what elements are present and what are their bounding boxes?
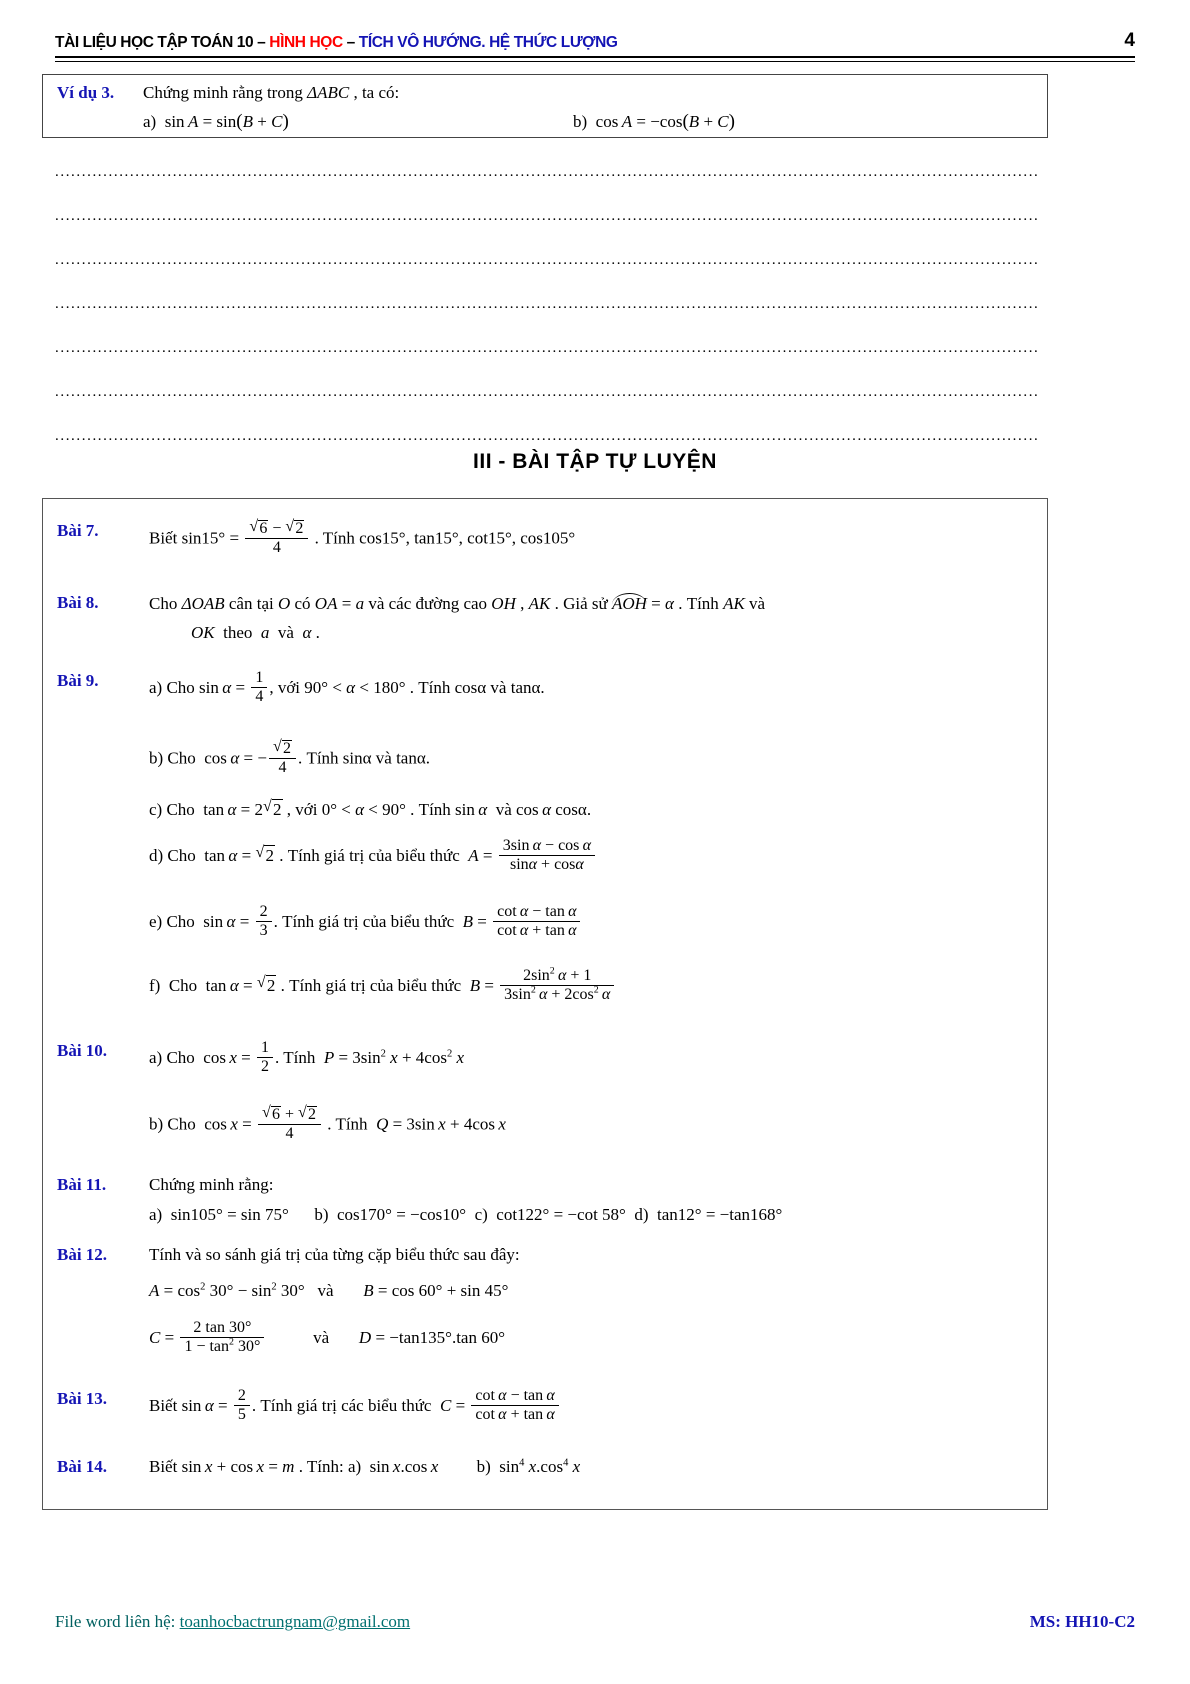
exercise-label-bai-7: Bài 7.: [57, 521, 99, 540]
exercise-body-bai-8-line2: OK theo a và α .: [191, 623, 320, 642]
exercise-body-bai-9-e: e) Cho sin α = 23. Tính giá trị của biểu…: [149, 903, 582, 941]
answer-line-6: ........................................…: [55, 384, 1040, 400]
example-statement: Chứng minh rằng trong ΔABC , ta có:: [143, 83, 400, 102]
exercise-body-bai-11-line1: Chứng minh rằng:: [149, 1175, 274, 1194]
exercise-body-bai-9-f: f) Cho tan α = 2 . Tính giá trị của biểu…: [149, 966, 616, 1005]
section-heading: III - BÀI TẬP TỰ LUYỆN: [473, 450, 717, 473]
header-title-part1: TÀI LIỆU HỌC TẬP TOÁN 10: [55, 34, 254, 51]
header-sep-1: –: [253, 34, 270, 51]
exercise-body-bai-9-b: b) Cho cos α = −24. Tính sinα và tanα.: [149, 739, 430, 778]
answer-line-4: ........................................…: [55, 296, 1040, 312]
header-title: TÀI LIỆU HỌC TẬP TOÁN 10 – HÌNH HỌC – TÍ…: [55, 34, 618, 52]
footer-contact-prefix: File word liên hệ:: [55, 1612, 180, 1631]
exercise-body-bai-8-line1: Cho ΔOAB cân tại O có OA = a và các đườn…: [149, 593, 766, 613]
exercise-body-bai-11-line2: a) sin105° = sin 75° b) cos170° = −cos10…: [149, 1205, 783, 1224]
answer-line-7: ........................................…: [55, 428, 1040, 444]
page-footer: File word liên hệ: toanhocbactrungnam@gm…: [55, 1612, 1135, 1632]
answer-line-1: ........................................…: [55, 164, 1040, 180]
exercise-body-bai-12-line3: C = 2 tan 30° 1 − tan2 30° và D = −tan135…: [149, 1319, 506, 1355]
exercise-label-bai-14: Bài 14.: [57, 1457, 108, 1476]
answer-line-2: ........................................…: [55, 208, 1040, 224]
exercise-label-bai-10: Bài 10.: [57, 1041, 108, 1060]
exercise-body-bai-10-a: a) Cho cos x = 12. Tính P = 3sin2 x + 4c…: [149, 1039, 465, 1075]
answer-line-5: ........................................…: [55, 340, 1040, 356]
exercise-label-bai-8: Bài 8.: [57, 593, 99, 612]
page-number: 4: [1124, 30, 1135, 51]
exercise-box: Bài 7. Biết sin15° = 6 − 24 . Tính cos15…: [42, 498, 1048, 1510]
answer-line-3: ........................................…: [55, 252, 1040, 268]
exercise-label-bai-11: Bài 11.: [57, 1175, 107, 1194]
header-rule: [55, 56, 1135, 62]
exercise-label-bai-12: Bài 12.: [57, 1245, 108, 1264]
footer-email-link[interactable]: toanhocbactrungnam@gmail.com: [180, 1612, 410, 1631]
example-item-a: a) sin A = sin(B + C): [143, 111, 289, 132]
example-box: Ví dụ 3. Chứng minh rằng trong ΔABC , ta…: [42, 74, 1048, 138]
example-label: Ví dụ 3.: [57, 83, 115, 102]
header-title-part3: TÍCH VÔ HƯỚNG. HỆ THỨC LƯỢNG: [358, 34, 618, 51]
exercise-body-bai-14: Biết sin x + cos x = m . Tính: a) sin x.…: [149, 1457, 581, 1476]
exercise-label-bai-13: Bài 13.: [57, 1389, 108, 1408]
exercise-body-bai-9-a: a) Cho sin α = 14, với 90° < α < 180° . …: [149, 669, 545, 705]
page-header: TÀI LIỆU HỌC TẬP TOÁN 10 – HÌNH HỌC – TÍ…: [55, 30, 1135, 52]
document-page: TÀI LIỆU HỌC TẬP TOÁN 10 – HÌNH HỌC – TÍ…: [0, 0, 1190, 1684]
exercise-body-bai-7: Biết sin15° = 6 − 24 . Tính cos15°, tan1…: [149, 519, 575, 558]
exercise-body-bai-9-d: d) Cho tan α = 2 . Tính giá trị của biểu…: [149, 837, 597, 875]
exercise-body-bai-13: Biết sin α = 25. Tính giá trị các biểu t…: [149, 1387, 561, 1425]
footer-code: MS: HH10-C2: [1029, 1612, 1135, 1631]
exercise-body-bai-9-c: c) Cho tan α = 22 , với 0° < α < 90° . T…: [149, 798, 591, 820]
exercise-body-bai-12-line2: A = cos2 30° − sin2 30° và B = cos 60° +…: [149, 1281, 509, 1300]
example-item-b: b) cos A = −cos(B + C): [573, 111, 735, 132]
exercise-label-bai-9: Bài 9.: [57, 671, 99, 690]
exercise-body-bai-12-line1: Tính và so sánh giá trị của từng cặp biể…: [149, 1245, 520, 1264]
footer-contact: File word liên hệ: toanhocbactrungnam@gm…: [55, 1612, 410, 1632]
header-sep-2: –: [342, 34, 359, 51]
exercise-body-bai-10-b: b) Cho cos x = 6 + 24 . Tính Q = 3sin x …: [149, 1105, 506, 1144]
header-title-part2: HÌNH HỌC: [269, 34, 343, 51]
